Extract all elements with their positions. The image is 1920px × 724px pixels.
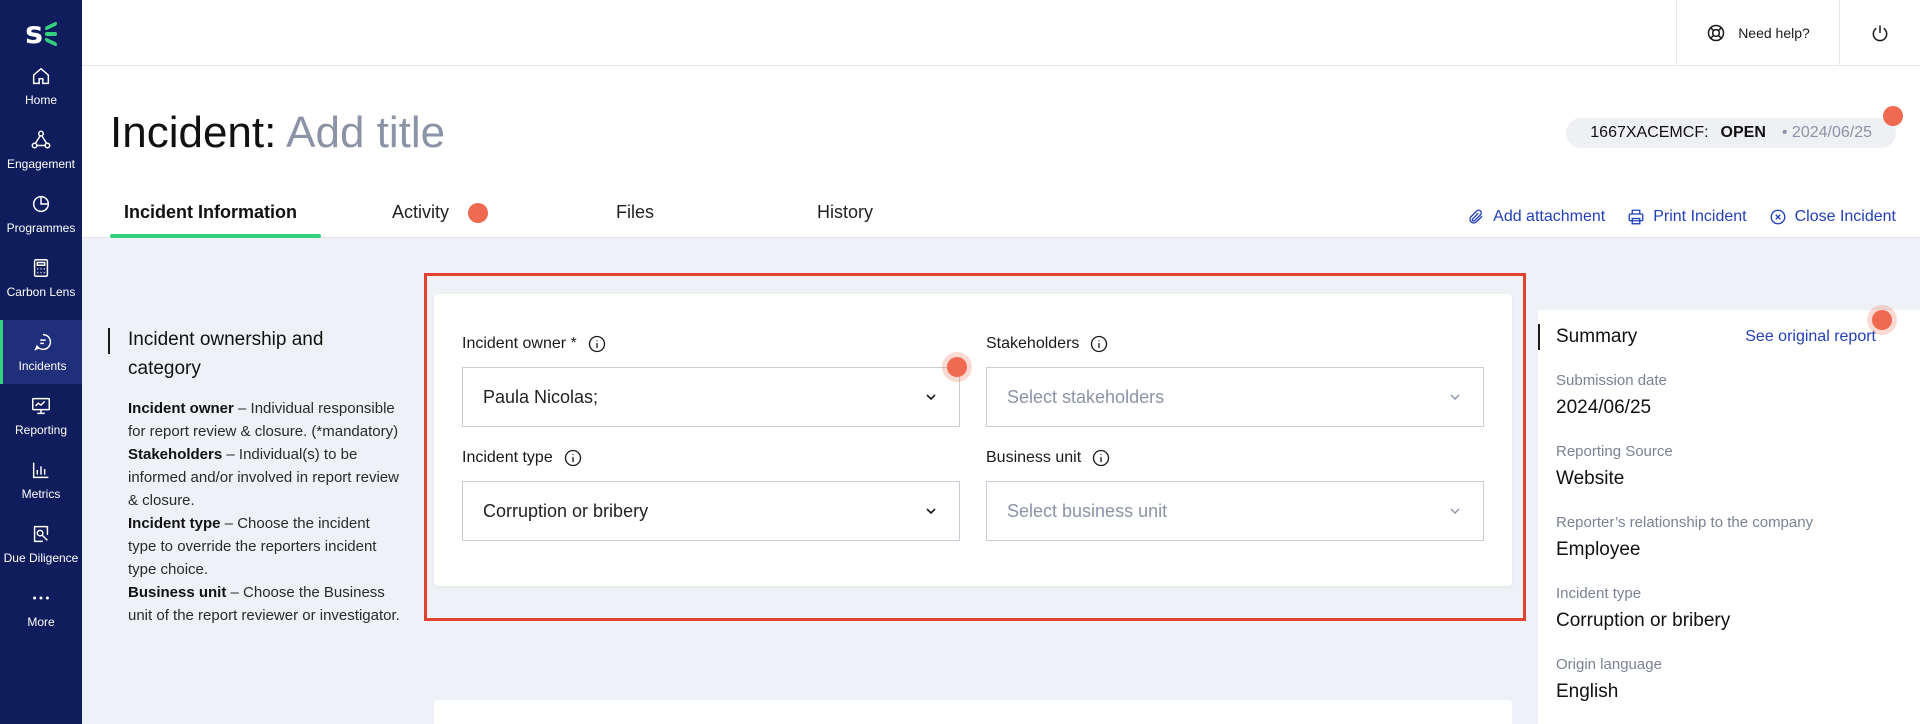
- need-help-button[interactable]: Need help?: [1676, 0, 1840, 66]
- incident-date: • 2024/06/25: [1781, 124, 1872, 141]
- summary-accent-bar: [1538, 324, 1540, 350]
- status-marker: [1883, 106, 1903, 126]
- paperclip-icon: [1469, 209, 1483, 224]
- summary-item-value: Website: [1556, 468, 1625, 489]
- stakeholders-term: Stakeholders: [128, 446, 223, 463]
- more-icon: [33, 596, 49, 600]
- power-icon: [1872, 25, 1888, 42]
- sidebar-item-engagement[interactable]: Engagement: [0, 118, 82, 182]
- sidebar-item-label: Reporting: [14, 423, 68, 437]
- print-incident-button[interactable]: Print Incident: [1627, 208, 1747, 226]
- sidebar: s Home Engagement Programmes Carbon Lens…: [0, 0, 82, 724]
- add-attachment-label: Add attachment: [1493, 208, 1606, 225]
- summary-item-value: English: [1556, 681, 1619, 702]
- close-incident-label: Close Incident: [1794, 208, 1896, 225]
- status-badge: OPEN: [1720, 124, 1766, 141]
- owner-marker: [947, 357, 967, 377]
- sidebar-item-reporting[interactable]: Reporting: [0, 384, 82, 448]
- network-icon: [31, 130, 51, 149]
- sidebar-item-programmes[interactable]: Programmes: [0, 182, 82, 246]
- summary-item: Origin language English: [1556, 656, 1662, 703]
- home-icon: [32, 67, 50, 85]
- sidebar-item-label: Carbon Lens: [6, 285, 76, 299]
- summary-item-value: 2024/06/25: [1556, 397, 1652, 418]
- summary-item-label: Submission date: [1556, 372, 1667, 389]
- active-tab-indicator: [110, 234, 321, 238]
- sidebar-item-home[interactable]: Home: [0, 54, 82, 118]
- printer-icon: [1628, 209, 1644, 225]
- sidebar-item-incidents[interactable]: Incidents: [0, 320, 82, 384]
- section-accent-bar: [108, 328, 110, 354]
- page-title: Incident: Add title: [110, 108, 445, 158]
- summary-item-label: Reporter’s relationship to the company: [1556, 514, 1814, 531]
- summary-item-value: Employee: [1556, 539, 1641, 560]
- sidebar-item-more[interactable]: More: [0, 576, 82, 640]
- summary-item-value: Corruption or bribery: [1556, 610, 1731, 631]
- summary-marker: [1872, 310, 1892, 330]
- section-description: Incident ownership and category Incident…: [108, 325, 400, 627]
- brand-logo[interactable]: s: [0, 14, 82, 54]
- summary-item: Submission date 2024/06/25: [1556, 372, 1667, 419]
- top-bar: Need help?: [82, 0, 1920, 66]
- pie-chart-icon: [32, 195, 50, 213]
- incident-status-pill: 1667XACEMCF: OPEN • 2024/06/25: [1566, 118, 1896, 148]
- summary-item: Incident type Corruption or bribery: [1556, 585, 1730, 632]
- title-input[interactable]: Add title: [286, 108, 445, 157]
- sidebar-item-metrics[interactable]: Metrics: [0, 448, 82, 512]
- need-help-label: Need help?: [1738, 25, 1810, 41]
- sidebar-item-label: Engagement: [6, 157, 76, 171]
- chat-bubble-icon: [33, 333, 51, 351]
- unit-term: Business unit: [128, 584, 227, 601]
- type-term: Incident type: [128, 515, 221, 532]
- lifebuoy-icon: [1707, 24, 1725, 42]
- print-incident-label: Print Incident: [1653, 208, 1747, 225]
- tab-incident-information[interactable]: Incident Information: [124, 196, 297, 238]
- tab-activity[interactable]: Activity: [392, 196, 449, 238]
- summary-item-label: Incident type: [1556, 585, 1642, 602]
- summary-item: Reporter’s relationship to the company E…: [1556, 514, 1813, 561]
- sidebar-item-due-diligence[interactable]: Due Diligence: [0, 512, 82, 576]
- close-incident-button[interactable]: Close Incident: [1769, 208, 1896, 226]
- summary-item: Reporting Source Website: [1556, 443, 1673, 490]
- calculator-icon: [33, 259, 49, 277]
- activity-marker: [468, 203, 488, 223]
- presentation-icon: [32, 397, 50, 415]
- tab-history[interactable]: History: [817, 196, 873, 238]
- next-section-card: [434, 700, 1512, 724]
- title-prefix: Incident:: [110, 108, 277, 157]
- sidebar-item-label: Home: [24, 93, 57, 107]
- owner-term: Incident owner: [128, 400, 234, 417]
- summary-title: Summary: [1556, 326, 1638, 347]
- see-original-report-link[interactable]: See original report: [1745, 328, 1876, 346]
- summary-item-label: Origin language: [1556, 656, 1662, 673]
- summary-panel: Summary See original report Submission d…: [1538, 310, 1920, 724]
- highlight-box: [424, 273, 1526, 621]
- section-heading: Incident ownership and category: [128, 329, 324, 379]
- document-search-icon: [33, 525, 49, 543]
- add-attachment-button[interactable]: Add attachment: [1467, 208, 1605, 226]
- sidebar-item-label: Incidents: [18, 359, 67, 373]
- logout-button[interactable]: [1840, 0, 1920, 66]
- field-descriptions: Incident owner – Individual responsible …: [128, 397, 400, 627]
- close-circle-icon: [1770, 209, 1786, 225]
- tab-files[interactable]: Files: [616, 196, 654, 238]
- bar-chart-icon: [32, 462, 49, 479]
- sidebar-item-label: More: [27, 615, 55, 629]
- incident-ref: 1667XACEMCF:: [1590, 124, 1709, 141]
- sidebar-item-carbon-lens[interactable]: Carbon Lens: [0, 246, 82, 310]
- incident-header: Incident: Add title 1667XACEMCF: OPEN • …: [82, 66, 1920, 238]
- incident-actions: Add attachment Print Incident Close Inci…: [1467, 208, 1896, 226]
- sidebar-item-label: Metrics: [21, 487, 61, 501]
- summary-item-label: Reporting Source: [1556, 443, 1673, 460]
- sidebar-item-label: Due Diligence: [3, 551, 79, 565]
- sidebar-item-label: Programmes: [6, 221, 76, 235]
